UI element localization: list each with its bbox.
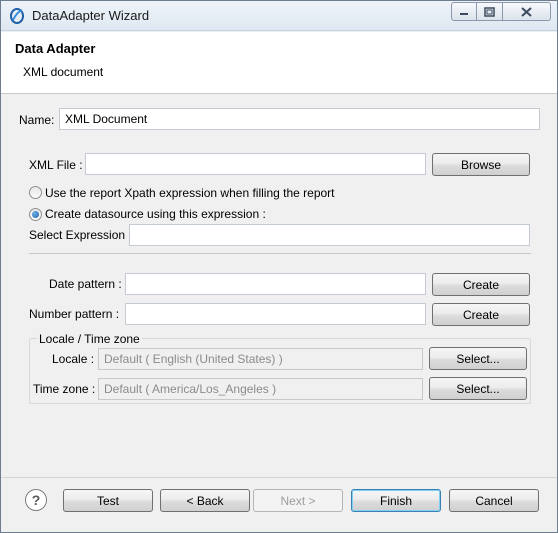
window-title: DataAdapter Wizard <box>32 8 150 23</box>
locale-field: Default ( English (United States) ) <box>98 348 423 370</box>
xml-file-field[interactable] <box>85 153 426 175</box>
radio-create-datasource[interactable] <box>29 208 42 221</box>
title-bar: DataAdapter Wizard <box>1 1 557 31</box>
timezone-label: Time zone : <box>33 382 96 396</box>
browse-button[interactable]: Browse <box>432 153 530 176</box>
xml-file-label: XML File : <box>29 158 83 172</box>
app-logo-icon <box>10 8 24 24</box>
timezone-field: Default ( America/Los_Angeles ) <box>98 378 423 400</box>
next-button: Next > <box>253 489 343 512</box>
select-expression-field[interactable] <box>129 224 530 246</box>
close-icon <box>521 6 532 17</box>
locale-label: Locale : <box>52 352 95 366</box>
maximize-button[interactable] <box>477 2 503 21</box>
radio-create-datasource-label: Create datasource using this expression … <box>45 207 266 221</box>
number-pattern-create-button[interactable]: Create <box>432 303 530 326</box>
radio-report-xpath[interactable] <box>29 186 42 199</box>
select-expression-label: Select Expression : <box>29 228 132 242</box>
page-subtitle: XML document <box>23 65 104 79</box>
name-field[interactable]: XML Document <box>59 108 540 130</box>
timezone-select-button[interactable]: Select... <box>429 377 527 400</box>
minimize-icon <box>460 12 468 15</box>
test-button[interactable]: Test <box>63 489 153 512</box>
minimize-button[interactable] <box>451 2 477 21</box>
cancel-button[interactable]: Cancel <box>449 489 539 512</box>
divider <box>29 253 531 254</box>
number-pattern-field[interactable] <box>125 303 426 325</box>
help-icon[interactable]: ? <box>25 489 47 511</box>
wizard-window: DataAdapter Wizard Data Adapter XML docu… <box>0 0 558 533</box>
finish-button[interactable]: Finish <box>351 489 441 512</box>
locale-group-title: Locale / Time zone <box>37 332 142 346</box>
footer-divider <box>1 477 557 478</box>
wizard-header: Data Adapter XML document <box>1 32 557 94</box>
number-pattern-label: Number pattern : <box>29 307 120 321</box>
page-title: Data Adapter <box>15 41 96 56</box>
close-button[interactable] <box>503 2 551 21</box>
radio-report-xpath-label: Use the report Xpath expression when fil… <box>45 186 335 200</box>
date-pattern-label: Date pattern : <box>49 277 122 291</box>
date-pattern-field[interactable] <box>125 273 426 295</box>
date-pattern-create-button[interactable]: Create <box>432 273 530 296</box>
locale-select-button[interactable]: Select... <box>429 347 527 370</box>
back-button[interactable]: < Back <box>160 489 250 512</box>
restore-icon <box>484 6 495 17</box>
name-label: Name: <box>19 113 55 127</box>
